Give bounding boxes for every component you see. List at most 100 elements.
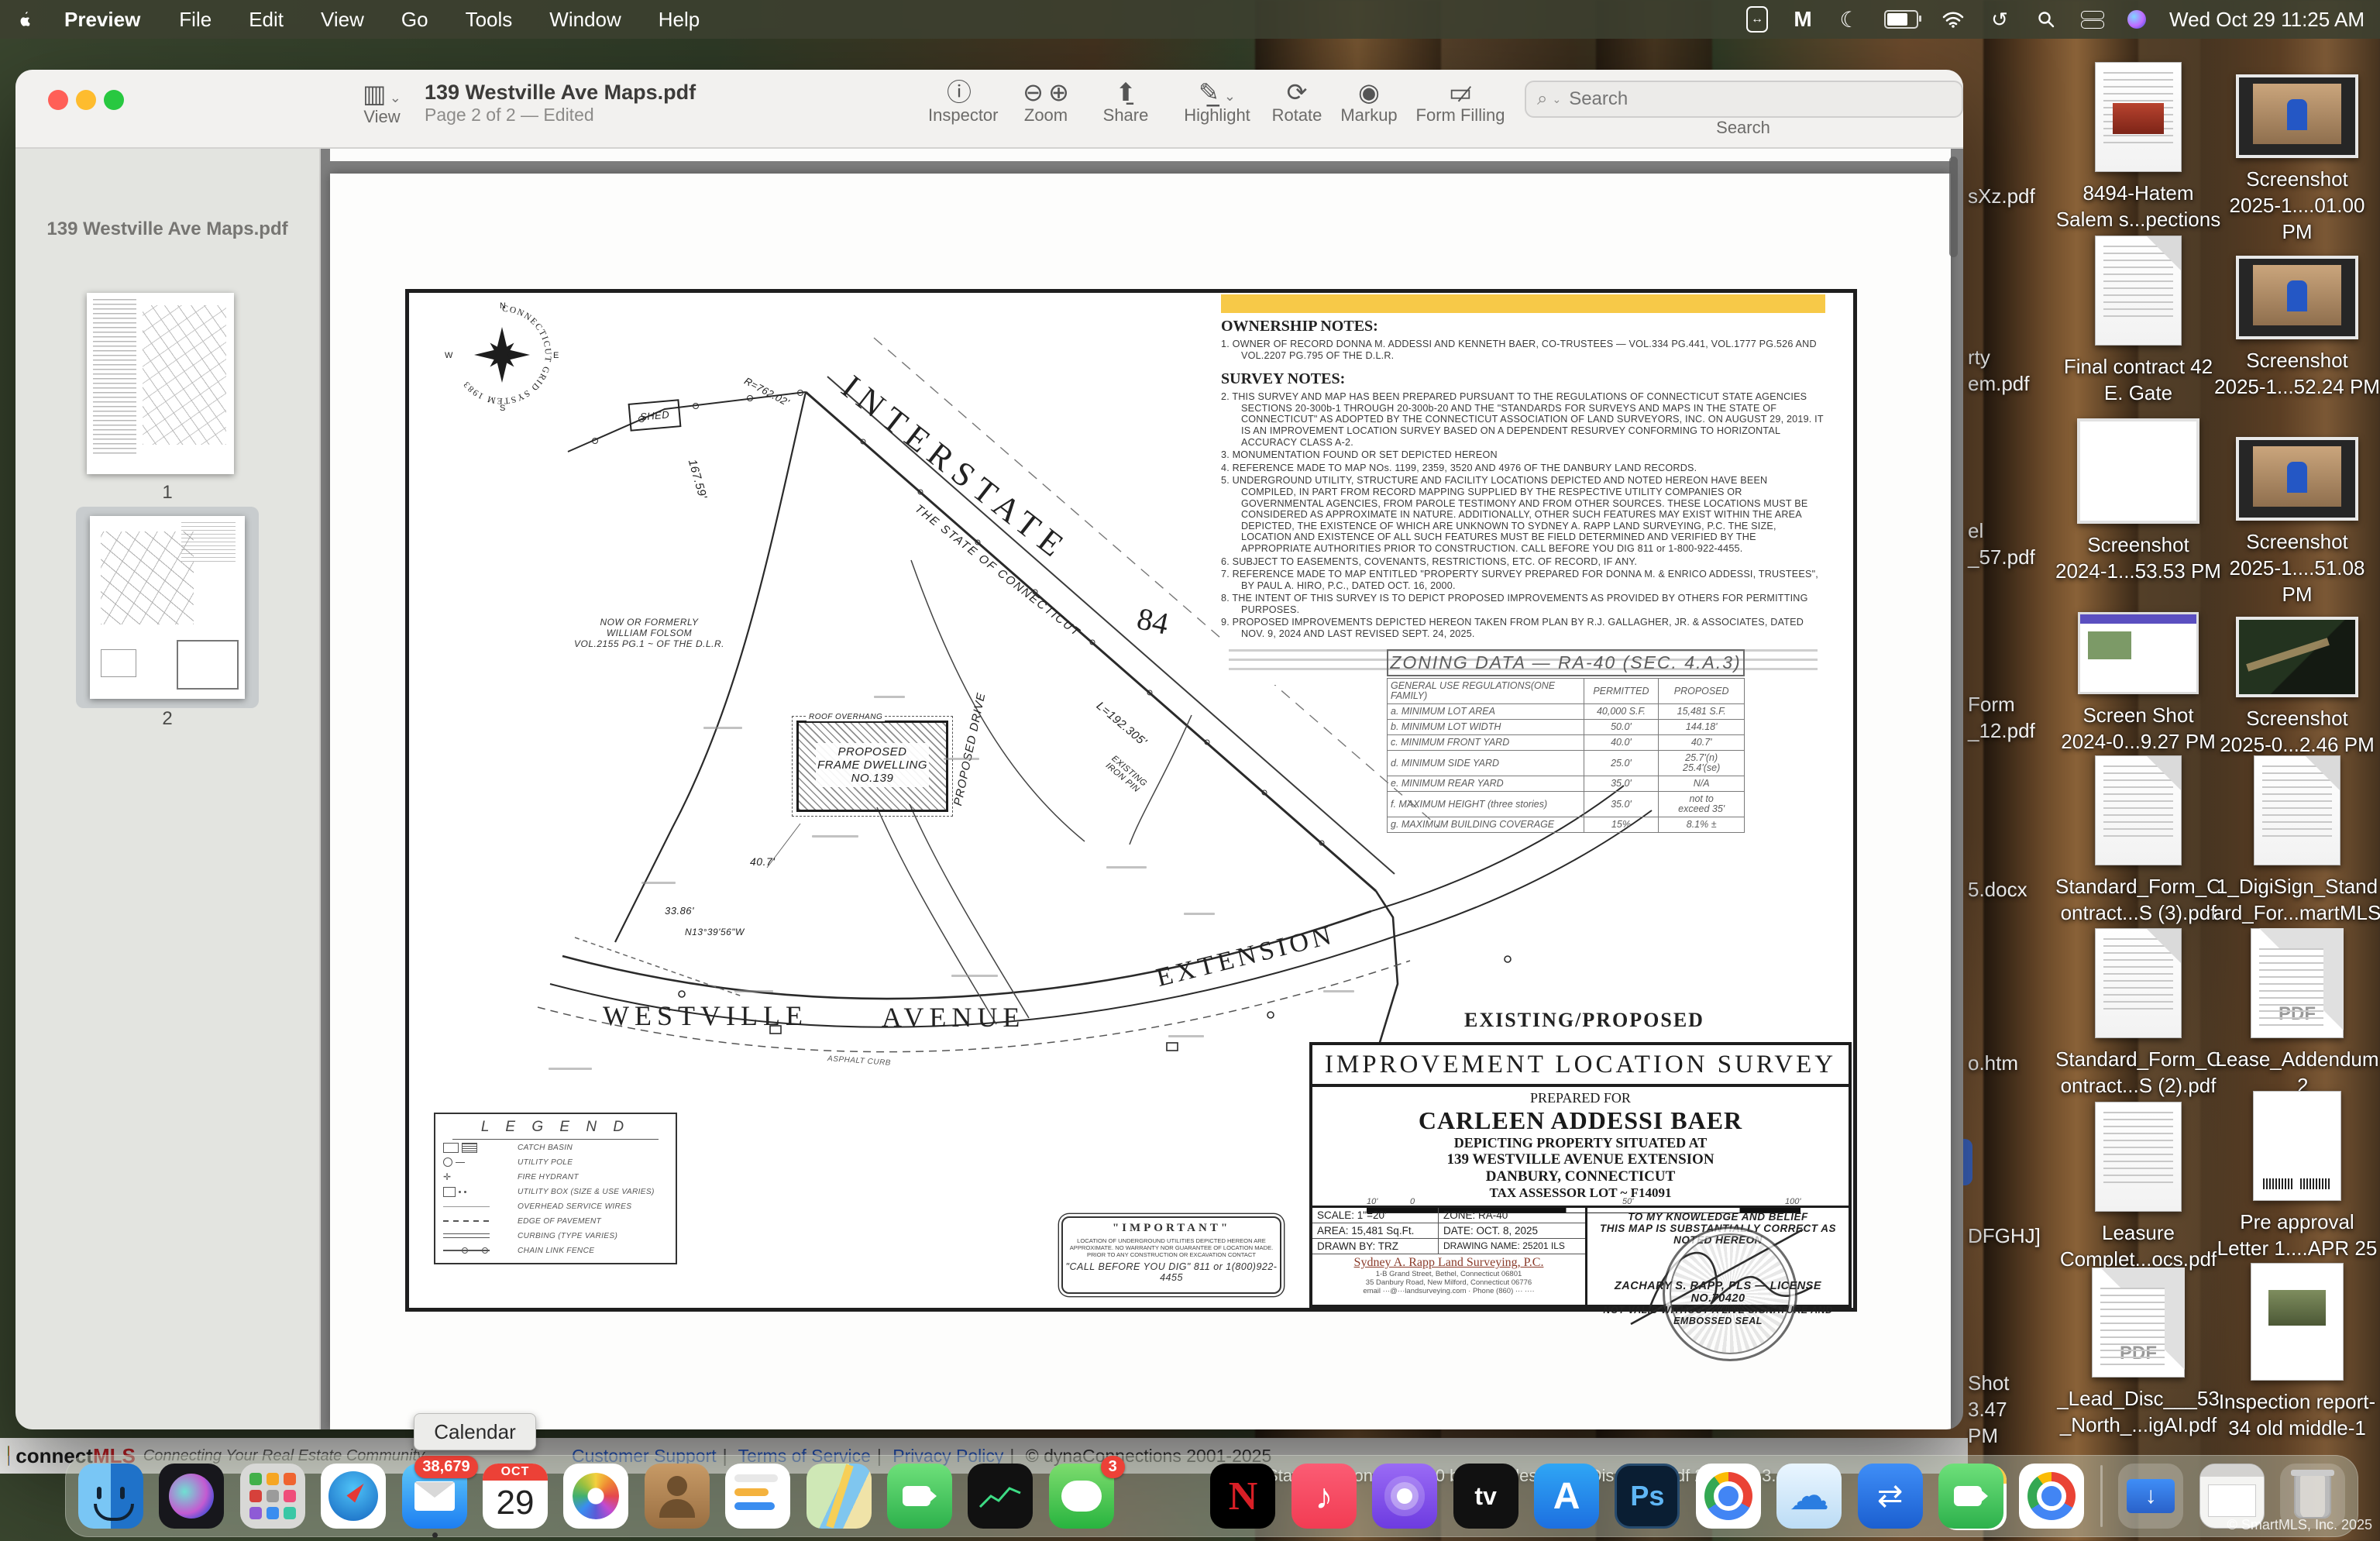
menu-tools[interactable]: Tools	[466, 8, 513, 32]
netflix-dock-icon[interactable]: N	[1210, 1464, 1275, 1529]
bearing-label: N13°39'56"W	[685, 927, 745, 937]
thumbnail-content	[177, 640, 239, 690]
file-label: Screenshot 2025-1....01.00 PM	[2212, 166, 2380, 245]
app-store-dock-icon[interactable]: A	[1534, 1464, 1599, 1529]
photos-dock-icon[interactable]	[563, 1464, 628, 1529]
wifi-icon[interactable]	[1941, 9, 1965, 29]
browser-dock-icon[interactable]	[2019, 1464, 2084, 1529]
menu-go[interactable]: Go	[401, 8, 428, 32]
desktop-file[interactable]: Standard_Form_C ontract...S (2).pdf	[2038, 928, 2239, 1099]
highlight-pen-icon: ✎̲	[1199, 78, 1219, 106]
desktop-file[interactable]: _Lead_Disc___53 _North_...igAI.pdf	[2038, 1268, 2239, 1438]
menu-view[interactable]: View	[321, 8, 364, 32]
desktop-file[interactable]: 8494-Hatem Salem s...pections	[2038, 62, 2239, 232]
m-status-icon[interactable]: M	[1791, 9, 1814, 29]
markup-button[interactable]: ◉ Markup	[1334, 79, 1404, 126]
desktop-file-fragment[interactable]: Shot 3.47 PM	[1968, 1370, 2010, 1449]
survey-note: 3. MONUMENTATION FOUND OR SET DEPICTED H…	[1221, 449, 1825, 461]
search-input[interactable]	[1567, 88, 1951, 111]
music-dock-icon[interactable]: ♪	[1291, 1464, 1357, 1529]
drawing-name-field: DRAWING NAME: 25201 ILS	[1439, 1239, 1570, 1254]
desktop-file[interactable]: Inspection report- 34 old middle-1	[2212, 1263, 2380, 1441]
desktop-file-fragment[interactable]: 5.docx	[1968, 876, 2027, 903]
view-button[interactable]: ▥ ⌄ View	[347, 81, 417, 127]
launchpad-dock-icon[interactable]	[240, 1464, 305, 1529]
desktop-file[interactable]: Screenshot 2025-1...52.24 PM	[2212, 256, 2380, 400]
page-1-thumbnail[interactable]	[87, 293, 234, 474]
desktop-file[interactable]: Screenshot 2025-1....01.00 PM	[2212, 74, 2380, 245]
facetime-dock-icon[interactable]	[887, 1464, 952, 1529]
rotate-button[interactable]: ⟳ Rotate	[1266, 79, 1328, 126]
page-2-thumbnail[interactable]	[90, 516, 245, 699]
battery-icon[interactable]	[1884, 10, 1918, 29]
stocks-dock-icon[interactable]	[968, 1464, 1033, 1529]
focus-moon-icon[interactable]: ☾	[1838, 9, 1861, 29]
control-center-icon[interactable]	[2081, 11, 2104, 28]
utility-pole-icon	[443, 1157, 518, 1167]
overhead-wires-icon	[443, 1206, 518, 1207]
zoom-window-button[interactable]	[104, 90, 124, 110]
menu-edit[interactable]: Edit	[249, 8, 284, 32]
reminders-dock-icon[interactable]	[725, 1464, 790, 1529]
inspector-button[interactable]: ⓘ Inspector	[928, 79, 990, 126]
desktop-file[interactable]: 1_DigiSign_Stand ard_For...martMLS	[2212, 755, 2380, 926]
safari-dock-icon[interactable]	[321, 1464, 386, 1529]
desktop-file-fragment[interactable]: el _57.pdf	[1968, 518, 2035, 570]
podcasts-dock-icon[interactable]	[1372, 1464, 1437, 1529]
cloud-icon: ☁	[1789, 1473, 1829, 1519]
teamviewer-status-icon[interactable]: ↔	[1746, 6, 1768, 33]
search-field[interactable]: ⌕ ⌄	[1525, 81, 1963, 118]
siri-dock-icon[interactable]	[159, 1464, 224, 1529]
chrome-dock-icon[interactable]	[1696, 1464, 1761, 1529]
zoom-buttons[interactable]: ⊖ ⊕ Zoom	[999, 79, 1092, 126]
menu-file[interactable]: File	[179, 8, 212, 32]
highlight-button[interactable]: ✎̲ ⌄ Highlight	[1175, 79, 1260, 126]
teamviewer-dock-icon[interactable]: ⇄	[1858, 1464, 1923, 1529]
desktop-file[interactable]: Standard_Form_C ontract...S (3).pdf	[2038, 755, 2239, 926]
menu-help[interactable]: Help	[659, 8, 700, 32]
desktop-file[interactable]: Screenshot 2025-1....51.08 PM	[2212, 437, 2380, 607]
desktop-file-fragment[interactable]: DFGHJ]	[1968, 1223, 2041, 1249]
desktop-file-fragment[interactable]: sXz.pdf	[1968, 183, 2035, 209]
finder-dock-icon[interactable]	[78, 1464, 143, 1529]
pdf-file-icon	[2092, 1268, 2185, 1378]
facetime-video-dock-icon[interactable]	[1938, 1464, 2003, 1529]
minimize-button[interactable]	[76, 90, 96, 110]
time-machine-icon[interactable]: ↺	[1988, 9, 2011, 29]
desktop-file[interactable]: Lease_Addendum __2_	[2212, 928, 2380, 1099]
photoshop-dock-icon[interactable]: Ps	[1615, 1464, 1680, 1529]
desktop-file[interactable]: Screenshot 2024-1...53.53 PM	[2038, 418, 2239, 584]
legend-label: UTILITY BOX (SIZE & USE VARIES)	[518, 1188, 655, 1196]
apple-tv-dock-icon[interactable]: tv	[1453, 1464, 1518, 1529]
desktop-file[interactable]: Screenshot 2025-0...2.46 PM	[2212, 617, 2380, 758]
call-before-you-dig: "CALL BEFORE YOU DIG" 811 or 1(800)922-4…	[1063, 1261, 1280, 1283]
desktop-file[interactable]: Leasure Complet...ocs.pdf	[2038, 1102, 2239, 1272]
desktop-file[interactable]: Final contract 42 E. Gate	[2038, 236, 2239, 406]
vertical-scrollbar[interactable]	[1949, 157, 1958, 257]
zoning-cell: d. MINIMUM SIDE YARD	[1388, 751, 1584, 776]
pdf-file-icon	[2251, 1263, 2344, 1381]
zoom-label: Zoom	[999, 105, 1092, 126]
calendar-dock-icon[interactable]: OCT 29	[483, 1464, 548, 1529]
siri-status-icon[interactable]	[2127, 10, 2146, 29]
thumbnail-content	[101, 531, 194, 624]
icloud-dock-icon[interactable]: ☁	[1776, 1464, 1842, 1529]
menu-bar-clock[interactable]: Wed Oct 29 11:25 AM	[2169, 8, 2365, 32]
close-button[interactable]	[48, 90, 68, 110]
spotlight-search-icon[interactable]	[2034, 9, 2058, 29]
menu-window[interactable]: Window	[549, 8, 621, 32]
desktop-file-fragment[interactable]: rty em.pdf	[1968, 344, 2030, 397]
maps-dock-icon[interactable]	[807, 1464, 872, 1529]
apple-menu[interactable]	[19, 8, 32, 32]
downloads-dock-icon[interactable]	[2118, 1464, 2183, 1529]
messages-dock-icon[interactable]: 3	[1049, 1464, 1114, 1529]
desktop-file[interactable]: Screen Shot 2024-0...9.27 PM	[2038, 612, 2239, 755]
desktop-file-fragment[interactable]: o.htm	[1968, 1050, 2018, 1076]
contacts-dock-icon[interactable]	[645, 1464, 710, 1529]
desktop-file[interactable]: Pre approval Letter 1....APR 25	[2212, 1091, 2380, 1261]
mail-dock-icon[interactable]: 38,679	[402, 1464, 467, 1529]
share-button[interactable]: ⬆̱ Share	[1099, 79, 1153, 126]
desktop-file-fragment[interactable]: Form _12.pdf	[1968, 691, 2035, 744]
form-filling-button[interactable]: ▭̷ Form Filling	[1410, 79, 1511, 126]
app-menu-preview[interactable]: Preview	[64, 8, 140, 32]
